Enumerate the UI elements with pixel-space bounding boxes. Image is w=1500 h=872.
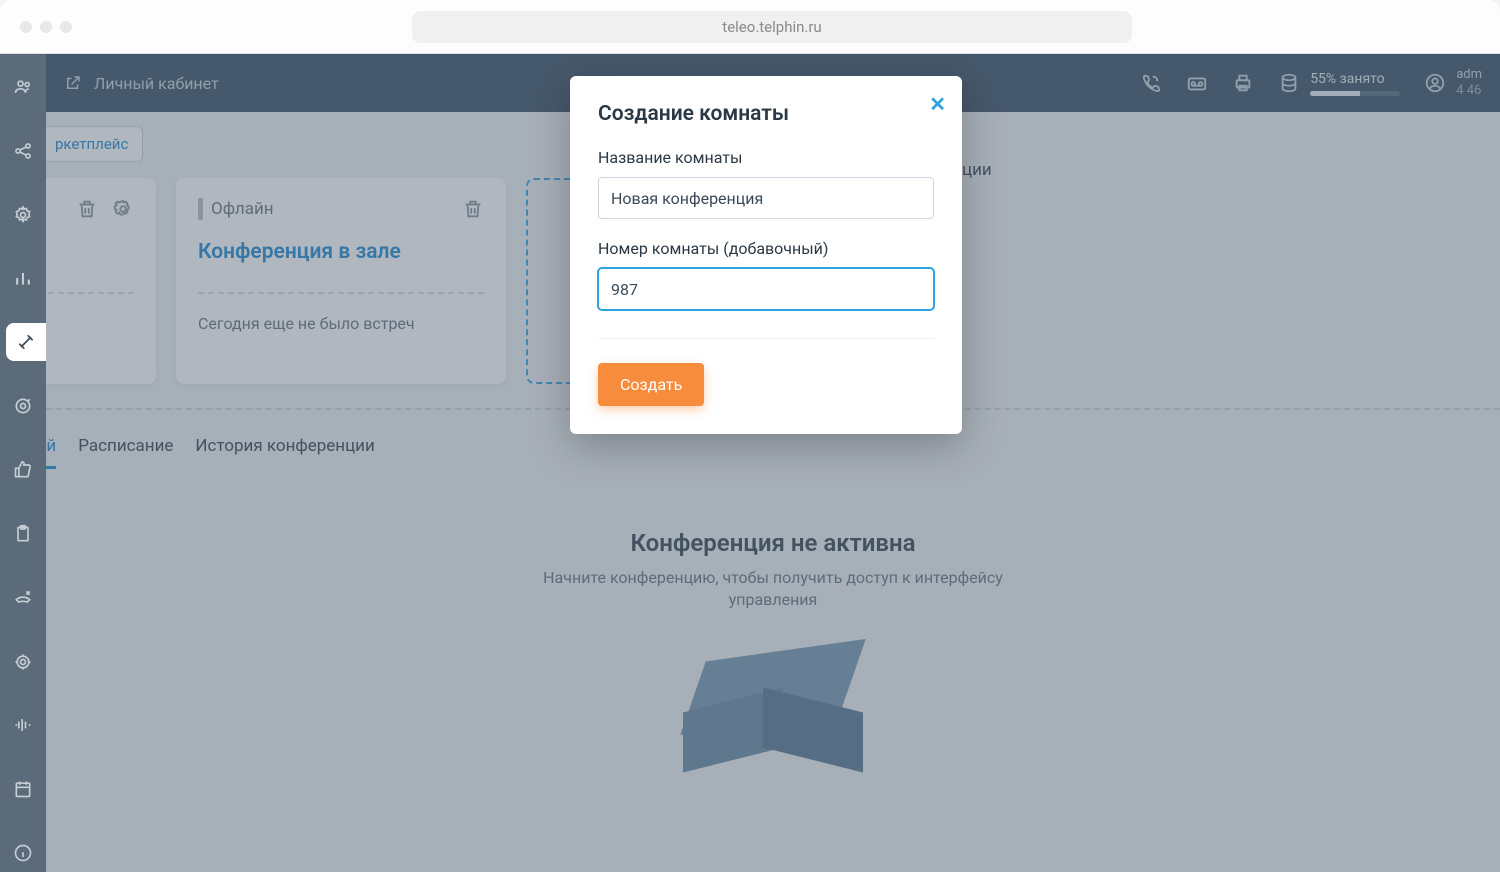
- sidebar-item-missed[interactable]: [0, 579, 46, 617]
- url-bar[interactable]: teleo.telphin.ru: [412, 11, 1132, 43]
- room-name-input[interactable]: [598, 177, 934, 219]
- room-number-label: Номер комнаты (добавочный): [598, 239, 934, 258]
- room-number-input[interactable]: [598, 268, 934, 310]
- info-icon: [13, 843, 33, 863]
- share-icon: [13, 141, 33, 161]
- sidebar-item-tools[interactable]: [6, 323, 46, 361]
- traffic-light-minimize[interactable]: [40, 21, 52, 33]
- sidebar-item-target[interactable]: [0, 387, 46, 425]
- calendar-icon: [13, 779, 33, 799]
- sidebar-item-network[interactable]: [0, 132, 46, 170]
- sidebar-item-settings[interactable]: [0, 196, 46, 234]
- modal-title: Создание комнаты: [598, 102, 934, 126]
- waveform-icon: [13, 715, 33, 735]
- traffic-light-close[interactable]: [20, 21, 32, 33]
- bars-icon: [13, 268, 33, 288]
- browser-chrome: teleo.telphin.ru: [0, 0, 1500, 54]
- sidebar: [0, 54, 46, 872]
- sidebar-item-info[interactable]: [0, 834, 46, 872]
- thumbs-up-icon: [13, 460, 33, 480]
- clipboard-icon: [13, 524, 33, 544]
- create-button[interactable]: Создать: [598, 363, 704, 406]
- traffic-light-zoom[interactable]: [60, 21, 72, 33]
- main-area: Личный кабинет 55% занято: [46, 54, 1500, 872]
- sidebar-item-stats[interactable]: [0, 260, 46, 298]
- close-icon[interactable]: ✕: [929, 92, 946, 116]
- tools-icon: [16, 332, 36, 352]
- url-text: teleo.telphin.ru: [722, 18, 821, 36]
- traffic-lights: [20, 21, 72, 33]
- create-room-modal: ✕ Создание комнаты Название комнаты Номе…: [570, 76, 962, 434]
- camera-target-icon: [13, 652, 33, 672]
- sidebar-item-calendar[interactable]: [0, 770, 46, 808]
- sidebar-item-clipboard[interactable]: [0, 515, 46, 553]
- sidebar-item-contacts[interactable]: [0, 68, 46, 106]
- sidebar-item-like[interactable]: [0, 451, 46, 489]
- users-icon: [13, 77, 33, 97]
- gear-icon: [13, 205, 33, 225]
- phone-missed-icon: [13, 588, 33, 608]
- sidebar-item-audio[interactable]: [0, 706, 46, 744]
- target-icon: [13, 396, 33, 416]
- sidebar-item-record[interactable]: [0, 643, 46, 681]
- room-name-label: Название комнаты: [598, 148, 934, 167]
